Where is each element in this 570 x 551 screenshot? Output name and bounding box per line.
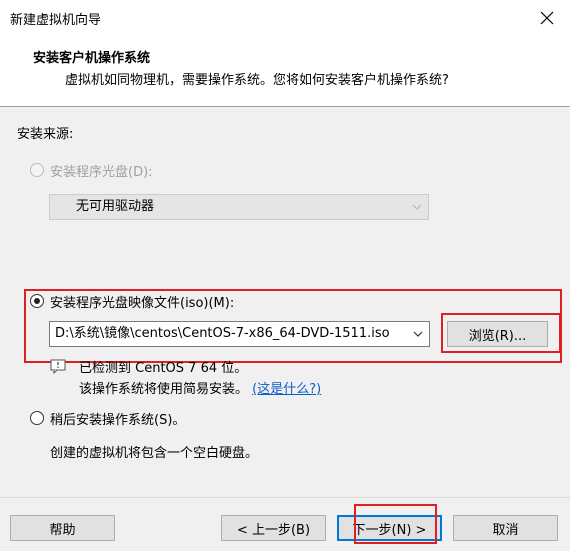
page-title: 安装客户机操作系统: [33, 51, 151, 66]
window-title: 新建虚拟机向导: [10, 13, 102, 28]
close-icon: [540, 11, 554, 25]
iso-path-value: D:\系统\镜像\centos\CentOS-7-x86_64-DVD-1511…: [55, 326, 390, 341]
next-highlight-box: [354, 504, 437, 544]
detected-os-text: 已检测到 CentOS 7 64 位。: [79, 361, 248, 376]
radio-install-iso-label: 安装程序光盘映像文件(iso)(M):: [50, 296, 235, 311]
browse-button[interactable]: 浏览(R)...: [447, 321, 548, 347]
install-later-description: 创建的虚拟机将包含一个空白硬盘。: [50, 446, 259, 461]
wizard-header: 安装客户机操作系统 虚拟机如同物理机，需要操作系统。您将如何安装客户机操作系统?: [0, 36, 570, 106]
title-bar: 新建虚拟机向导: [0, 0, 570, 36]
radio-install-iso[interactable]: [30, 294, 44, 308]
new-vm-wizard-window: 新建虚拟机向导 安装客户机操作系统 虚拟机如同物理机，需要操作系统。您将如何安装…: [0, 0, 570, 551]
easy-install-message: 该操作系统将使用简易安装。: [79, 382, 249, 397]
page-subtitle: 虚拟机如同物理机，需要操作系统。您将如何安装客户机操作系统?: [65, 73, 449, 88]
wizard-footer: 帮助 < 上一步(B) 下一步(N) > 取消: [0, 498, 570, 551]
close-button[interactable]: [524, 0, 570, 36]
info-bubble-icon: [50, 359, 66, 374]
wizard-body: 安装来源: 安装程序光盘(D): 无可用驱动器 安装程序光盘映像文件(iso)(…: [0, 107, 570, 497]
radio-install-later[interactable]: [30, 411, 44, 425]
install-source-label: 安装来源:: [17, 127, 74, 142]
chevron-down-icon: [410, 195, 424, 219]
iso-path-combobox[interactable]: D:\系统\镜像\centos\CentOS-7-x86_64-DVD-1511…: [49, 321, 430, 347]
help-button[interactable]: 帮助: [10, 515, 115, 541]
disc-drive-value: 无可用驱动器: [76, 199, 155, 214]
radio-install-later-label: 稍后安装操作系统(S)。: [50, 413, 186, 428]
chevron-down-icon: [411, 322, 425, 346]
radio-install-disc-label: 安装程序光盘(D):: [50, 165, 153, 180]
back-button[interactable]: < 上一步(B): [221, 515, 326, 541]
cancel-button[interactable]: 取消: [453, 515, 558, 541]
radio-install-disc[interactable]: [30, 163, 44, 177]
what-is-this-link[interactable]: (这是什么?): [252, 382, 321, 397]
disc-drive-select[interactable]: 无可用驱动器: [49, 194, 429, 220]
easy-install-text: 该操作系统将使用简易安装。 (这是什么?): [79, 378, 321, 397]
